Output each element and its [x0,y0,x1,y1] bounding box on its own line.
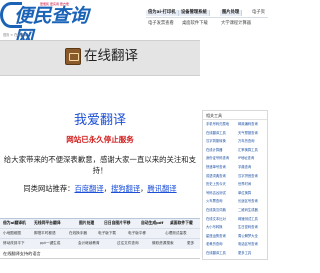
related-tools-sidebar: 相关工具 手机号码归属地 邮政编码查询 在线翻译工具 天气预报查询 汉字简繁转换 万年历查… [202,110,268,260]
sidebar-link[interactable]: 网速测试工具 [238,217,258,222]
sidebar-link[interactable]: 老黄历查询 [206,242,222,247]
sidebar-link[interactable]: 天气预报查询 [238,131,258,136]
sidebar-link[interactable]: 万年历查询 [238,139,254,144]
tool-link[interactable]: 会计继续教育 [78,240,100,246]
tool-link[interactable]: ppt一键生成 [40,240,60,246]
notice-apology-line2: 持！ [92,166,108,175]
recommend-link-baidu[interactable]: 百度翻译 [74,184,103,193]
page-title: 在线翻译 [84,48,138,64]
logo-slogan: 更便民 更实用 更方便 [40,2,69,6]
tool-link[interactable]: 微软资源搜索 [152,240,174,246]
tool-link[interactable]: 修动改到平下 [3,240,25,246]
tool-link[interactable]: 心理测试量表 [165,230,187,236]
tool-link[interactable]: 日日自图片平移 [104,220,131,226]
sidebar-link[interactable]: 历史上的今天 [206,182,226,187]
sidebar-link[interactable]: IP地址查询 [238,156,254,161]
sidebar-link[interactable]: 在线英汉词典 [206,208,226,213]
section-divider [0,258,200,259]
tool-link[interactable]: 电子版平移 [128,230,146,236]
sidebar-divider [203,119,267,120]
sidebar-link[interactable]: 生日密码查询 [238,225,258,230]
tool-link[interactable]: 小地图维图 [3,230,21,236]
tool-link[interactable]: 倍为ai翻译机 [3,220,26,226]
tool-link[interactable]: 电子版下载 [98,230,116,236]
book-icon [65,48,81,65]
top-nav-divider [146,17,268,18]
recommend-prefix: 同类网站推荐： [23,184,75,193]
tool-grid: 倍为ai翻译机 无线同平台翻译 图片处理 日日自图片平移 自动生成pdf 桌面软… [0,218,200,249]
languages-section-title: 在线翻译支持的语言 [3,251,41,256]
recommend-link-tencent[interactable]: 腾讯翻译 [147,184,176,193]
tool-link[interactable]: 脚搭平时都语 [34,230,56,236]
tool-grid-row: 倍为ai翻译机 无线同平台翻译 图片处理 日日自图片平移 自动生成pdf 桌面软… [0,219,200,229]
recommend-link-sogou[interactable]: 搜狗翻译 [111,184,140,193]
tool-link[interactable]: 过往文件查询 [117,240,139,246]
sidebar-link[interactable]: 单位换算 [238,191,251,196]
sidebar-link[interactable]: 邮政编码查询 [238,122,258,127]
tool-link[interactable]: 在线换手器 [69,230,87,236]
sidebar-link[interactable]: 快递单号查询 [206,165,226,170]
nav-item-1[interactable]: 设备管理系统 [179,10,210,16]
sidebar-link[interactable]: 更多工具 [238,251,251,256]
tool-grid-row: 小地图维图 脚搭平时都语 在线换手器 电子版下载 电子版平移 心理测试量表 [0,229,200,239]
nav-item-0[interactable]: 倍为ai·打印机 [146,10,179,16]
sidebar-link[interactable]: 在线计算器 [206,148,222,153]
nav-sub-1[interactable]: 桌面软件下载 [182,21,208,27]
sidebar-link[interactable]: 汉字拼音查询 [238,174,258,179]
sidebar-link[interactable]: 世界时间 [238,182,251,187]
nav-sub-2[interactable]: 大学课程计算器 [221,21,251,27]
sidebar-link[interactable]: 字典查询 [238,165,251,170]
tool-link[interactable]: 图片处理 [79,220,94,226]
nav-item-2[interactable]: 图片处理 [220,10,243,16]
tool-link[interactable]: 更多 [187,240,194,246]
tool-link[interactable]: 自动生成pdf [141,220,163,226]
site-logo[interactable]: 便民查询网 更便民 更实用 更方便 [0,2,98,49]
sidebar-link[interactable]: 在线翻译工具 [206,131,226,136]
notice-recommend: 同类网站推荐：百度翻译，搜狗翻译，腾讯翻译 [0,184,200,194]
tool-link[interactable]: 桌面软件下载 [170,220,193,226]
nav-sub-0[interactable]: 电子发票查看 [148,21,174,27]
sidebar-link[interactable]: 身份证号码查询 [206,156,229,161]
sidebar-link[interactable]: 周公解梦大全 [238,234,258,239]
sidebar-link[interactable]: 火车票查询 [206,199,222,204]
sidebar-link[interactable]: 电话区号查询 [238,242,258,247]
sidebar-link[interactable]: 在线文本比对 [206,217,226,222]
tool-link[interactable]: 无线同平台翻译 [34,220,61,226]
tool-grid-row: 修动改到平下 ppt一键生成 会计继续教育 过往文件查询 微软资源搜索 更多 [0,239,200,248]
sidebar-link[interactable]: 成语词典查询 [206,174,226,179]
sidebar-link[interactable]: 长途区号查询 [238,199,258,204]
sidebar-link[interactable]: 大小写转换 [206,225,222,230]
sidebar-link[interactable]: 汇率换算工具 [238,148,258,153]
nav-item-3[interactable]: 电子资 [252,10,265,16]
notice-heading: 我爱翻译 [73,113,126,128]
sidebar-link[interactable]: 二维码生成器 [238,208,258,213]
sidebar-link[interactable]: 手机号码归属地 [206,122,229,127]
sidebar-link[interactable]: 星座运势查询 [206,234,226,239]
top-nav: 倍为ai·打印机 设备管理系统 图片处理 电子资 电子发票查看 桌面软件下载 大… [146,8,268,35]
breadcrumb[interactable]: 首页 > 在线翻译 [3,33,27,37]
sidebar-link[interactable]: 汉字简繁转换 [206,139,226,144]
sidebar-link[interactable]: 在线翻译工具 [206,251,226,256]
sidebar-link[interactable]: 号码吉凶测试 [206,191,226,196]
recommend-separator: ， [103,184,111,193]
notice-subheading: 网站已永久停止服务 [66,135,134,144]
